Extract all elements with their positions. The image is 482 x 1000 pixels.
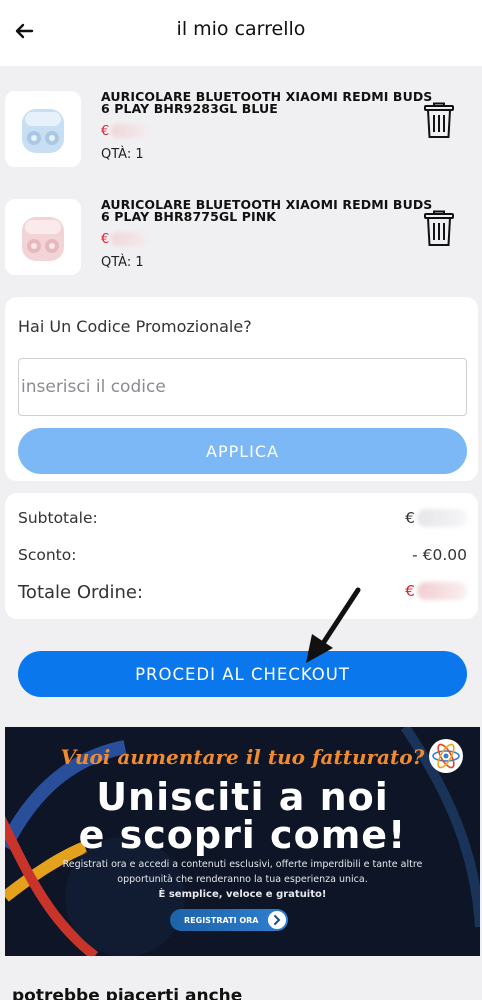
product-quantity: QTÀ: 1	[101, 147, 144, 162]
pointer-arrow-icon	[306, 587, 361, 663]
promo-card: Hai Un Codice Promozionale? APPLICA	[5, 297, 478, 481]
subtotal-value: €	[405, 509, 467, 527]
order-summary: Subtotale: € Sconto: - €0.00 Totale Ordi…	[5, 493, 478, 619]
recommendations-title: potrebbe piacerti anche	[12, 986, 243, 1000]
banner-title-line2: e scopri come!	[78, 813, 407, 857]
subtotal-redacted	[417, 509, 467, 527]
banner-body: Registrati ora e accedi a contenuti escl…	[60, 857, 425, 902]
banner-body-text: Registrati ora e accedi a contenuti escl…	[62, 859, 423, 885]
cart-item: AURICOLARE BLUETOOTH XIAOMI REDMI BUDS 6…	[0, 90, 482, 191]
apply-button[interactable]: APPLICA	[18, 428, 467, 474]
total-row: Totale Ordine: €	[18, 582, 467, 606]
banner-headline: Vuoi aumentare il tuo fatturato?	[60, 745, 425, 769]
checkout-button[interactable]: PROCEDI AL CHECKOUT	[18, 651, 467, 697]
page-title: il mio carrello	[176, 18, 306, 40]
register-now-button[interactable]: REGISTRATI ORA	[170, 909, 288, 931]
product-quantity: QTÀ: 1	[101, 255, 144, 270]
price-currency: €	[101, 231, 110, 247]
register-now-label: REGISTRATI ORA	[184, 915, 259, 925]
product-name[interactable]: AURICOLARE BLUETOOTH XIAOMI REDMI BUDS 6…	[101, 198, 441, 223]
product-image[interactable]	[5, 199, 81, 275]
product-price: €	[101, 231, 150, 247]
price-value-redacted	[111, 232, 150, 246]
total-value: €	[405, 582, 467, 600]
total-label: Totale Ordine:	[18, 582, 144, 603]
price-value-redacted	[111, 124, 150, 138]
promo-label: Hai Un Codice Promozionale?	[18, 317, 252, 336]
total-currency: €	[405, 582, 415, 600]
subtotal-row: Subtotale: €	[18, 509, 467, 533]
discount-row: Sconto: - €0.00	[18, 546, 467, 570]
trash-icon[interactable]	[423, 209, 455, 247]
banner-tagline: È semplice, veloce e gratuito!	[158, 889, 327, 900]
subtotal-label: Subtotale:	[18, 509, 98, 527]
product-name[interactable]: AURICOLARE BLUETOOTH XIAOMI REDMI BUDS 6…	[101, 90, 441, 115]
app-header: il mio carrello	[0, 0, 482, 66]
trash-icon[interactable]	[423, 101, 455, 139]
price-currency: €	[101, 123, 110, 139]
cart-item: AURICOLARE BLUETOOTH XIAOMI REDMI BUDS 6…	[0, 198, 482, 299]
promo-banner[interactable]: Vuoi aumentare il tuo fatturato? Uniscit…	[5, 727, 480, 956]
discount-label: Sconto:	[18, 546, 77, 564]
product-image[interactable]	[5, 91, 81, 167]
discount-value: - €0.00	[412, 546, 467, 564]
subtotal-currency: €	[405, 509, 415, 527]
promo-code-input[interactable]	[18, 358, 467, 416]
product-price: €	[101, 123, 150, 139]
total-redacted	[417, 582, 467, 600]
chevron-right-icon	[268, 911, 286, 929]
